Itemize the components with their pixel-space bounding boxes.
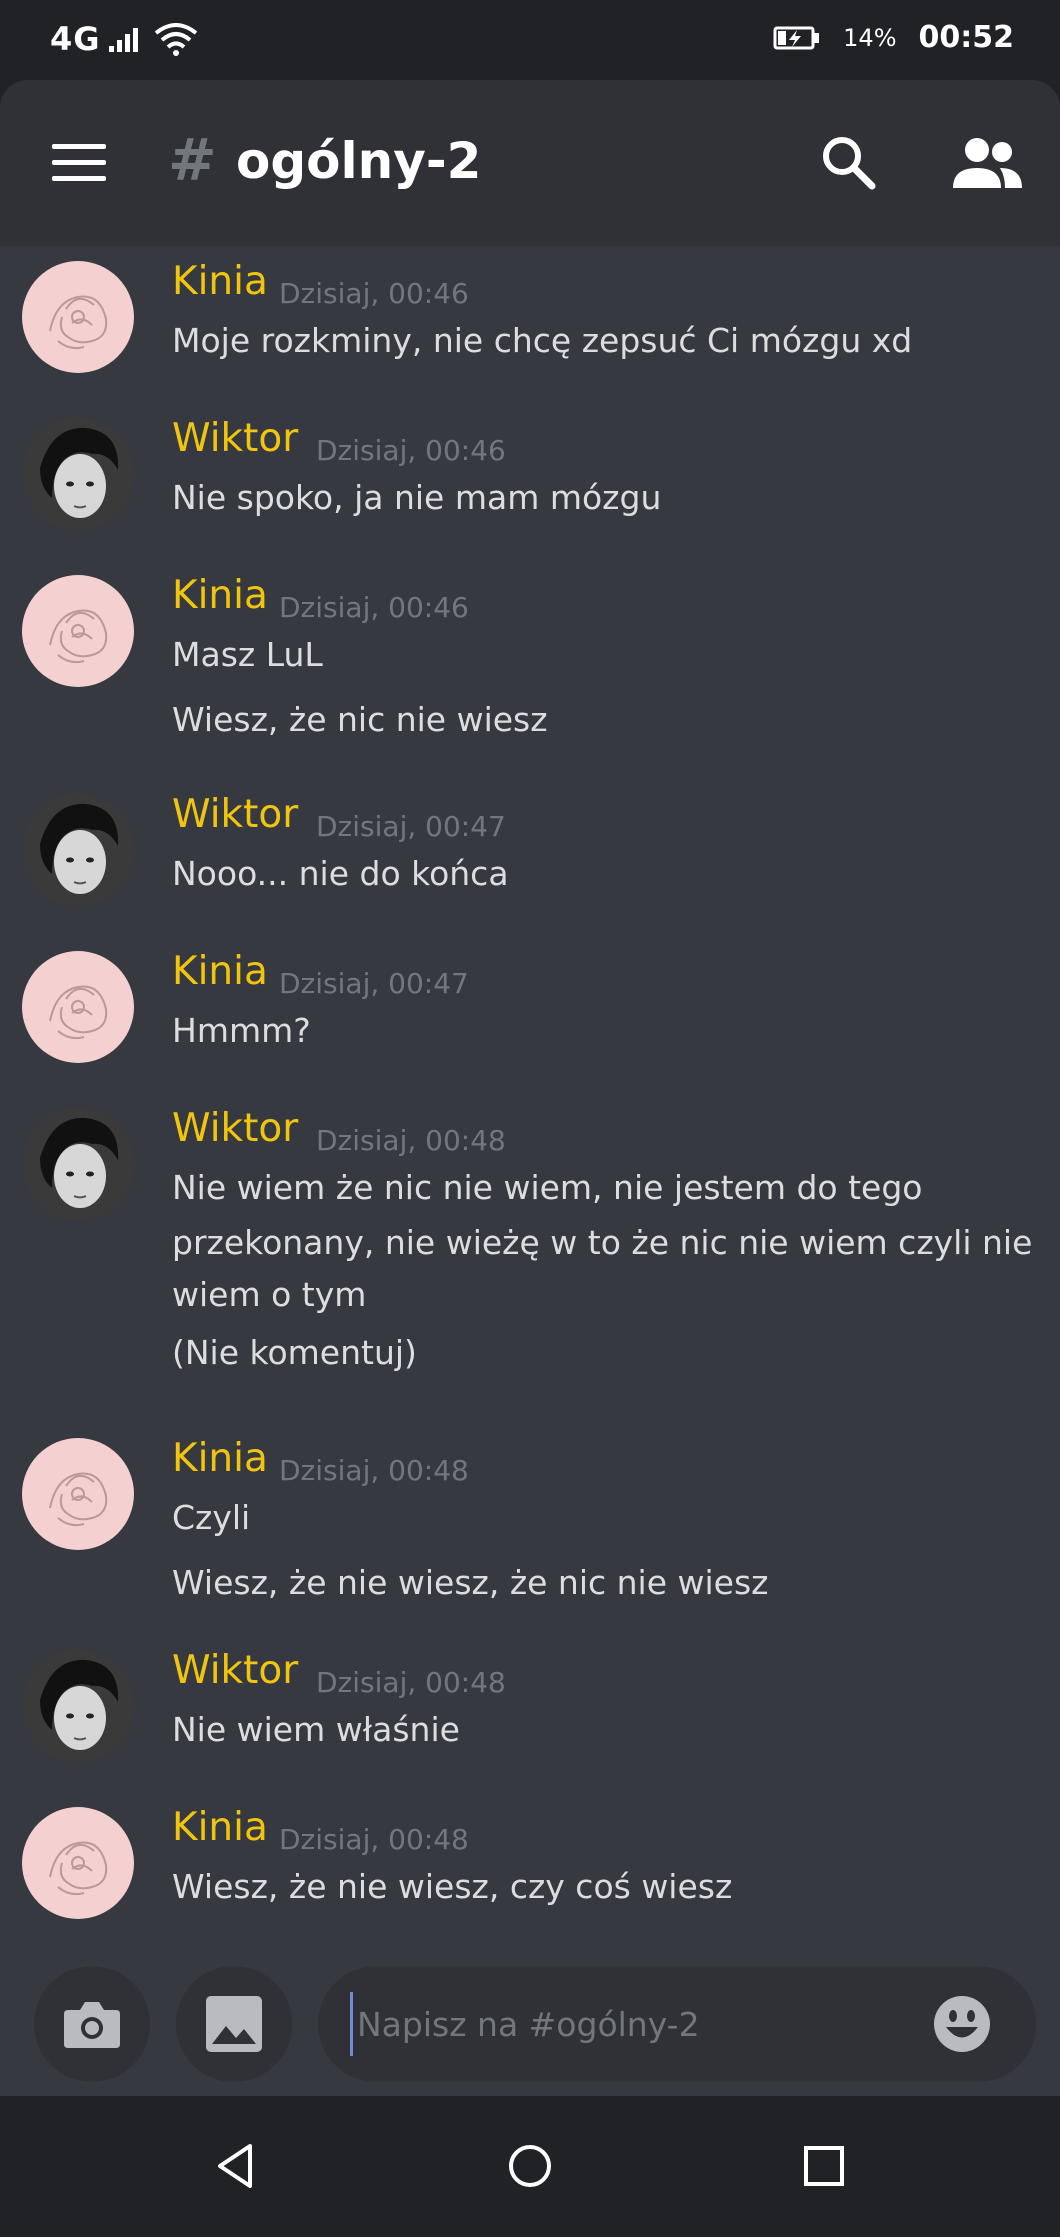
message-author[interactable]: Kinia <box>172 949 268 994</box>
camera-button[interactable] <box>34 1966 150 2082</box>
message-timestamp: Dzisiaj, 00:46 <box>279 591 469 624</box>
members-icon[interactable] <box>950 134 1024 192</box>
message-text: Masz LuL <box>172 635 323 674</box>
camera-icon <box>64 2002 120 2048</box>
battery-charging-icon <box>773 26 820 49</box>
message-text: wiem o tym <box>172 1275 367 1314</box>
message-author[interactable]: Kinia <box>172 573 268 618</box>
kinia-avatar[interactable] <box>22 1807 134 1919</box>
home-icon[interactable] <box>500 2136 560 2196</box>
channel-hash: # <box>168 126 217 194</box>
status-left: 4G <box>50 20 199 58</box>
kinia-avatar[interactable] <box>22 575 134 687</box>
signal-icon <box>108 28 138 52</box>
message-text: Czyli <box>172 1498 251 1537</box>
wiktor-avatar[interactable] <box>22 1650 134 1762</box>
message-text: Wiesz, że nic nie wiesz <box>172 700 548 739</box>
message-text: Wiesz, że nie wiesz, czy coś wiesz <box>172 1867 733 1906</box>
message-text: Hmmm? <box>172 1011 311 1050</box>
message-text: Nooo... nie do końca <box>172 854 509 893</box>
image-icon <box>206 1996 262 2052</box>
message-author[interactable]: Wiktor <box>172 416 298 461</box>
message-input-container[interactable] <box>318 1966 1036 2082</box>
message-timestamp: Dzisiaj, 00:46 <box>316 434 506 467</box>
message-timestamp: Dzisiaj, 00:47 <box>279 967 469 1000</box>
composer <box>0 1946 1060 2096</box>
message-author[interactable]: Kinia <box>172 259 268 304</box>
message-text: Moje rozkminy, nie chcę zepsuć Ci mózgu … <box>172 321 913 360</box>
message-timestamp: Dzisiaj, 00:48 <box>279 1454 469 1487</box>
message-input[interactable] <box>350 1992 910 2056</box>
message-text: Nie spoko, ja nie mam mózgu <box>172 478 662 517</box>
network-type: 4G <box>50 20 101 58</box>
message-author[interactable]: Kinia <box>172 1805 268 1850</box>
system-nav-bar <box>0 2096 1060 2237</box>
message-text: Nie wiem że nic nie wiem, nie jestem do … <box>172 1168 923 1207</box>
status-bar: 4G 14% 00:52 <box>0 0 1060 80</box>
message-text: Nie wiem właśnie <box>172 1710 460 1749</box>
message-text: (Nie komentuj) <box>172 1333 417 1372</box>
message-author[interactable]: Wiktor <box>172 792 298 837</box>
message-text: Wiesz, że nie wiesz, że nic nie wiesz <box>172 1563 769 1602</box>
wiktor-avatar[interactable] <box>22 418 134 530</box>
message-author[interactable]: Wiktor <box>172 1106 298 1151</box>
channel-name[interactable]: ogólny-2 <box>236 132 481 190</box>
message-author[interactable]: Wiktor <box>172 1648 298 1693</box>
status-right: 14% 00:52 <box>773 20 1014 55</box>
message-text: przekonany, nie wieżę w to że nic nie wi… <box>172 1223 1033 1262</box>
kinia-avatar[interactable] <box>22 1438 134 1550</box>
battery-percent: 14% <box>843 23 897 52</box>
message-timestamp: Dzisiaj, 00:48 <box>316 1666 506 1699</box>
kinia-avatar[interactable] <box>22 261 134 373</box>
channel-header: # ogólny-2 <box>0 80 1060 246</box>
message-author[interactable]: Kinia <box>172 1436 268 1481</box>
kinia-avatar[interactable] <box>22 951 134 1063</box>
message-timestamp: Dzisiaj, 00:47 <box>316 810 506 843</box>
clock: 00:52 <box>918 20 1015 55</box>
wifi-icon <box>154 23 197 56</box>
wiktor-avatar[interactable] <box>22 1108 134 1220</box>
recents-icon[interactable] <box>794 2136 854 2196</box>
message-timestamp: Dzisiaj, 00:46 <box>279 277 469 310</box>
message-list[interactable]: Kinia Dzisiaj, 00:46 Moje rozkminy, nie ch… <box>0 246 1060 1946</box>
message-timestamp: Dzisiaj, 00:48 <box>316 1124 506 1157</box>
message-timestamp: Dzisiaj, 00:48 <box>279 1823 469 1856</box>
hamburger-menu-icon[interactable] <box>50 140 110 186</box>
search-icon[interactable] <box>816 130 880 194</box>
wiktor-avatar[interactable] <box>22 794 134 906</box>
app-window: # ogólny-2 Kinia Dzisiaj, 00:46 Moje rozkm… <box>0 80 1060 2096</box>
image-button[interactable] <box>176 1966 292 2082</box>
back-icon[interactable] <box>206 2136 266 2196</box>
emoji-icon[interactable] <box>932 1994 992 2054</box>
